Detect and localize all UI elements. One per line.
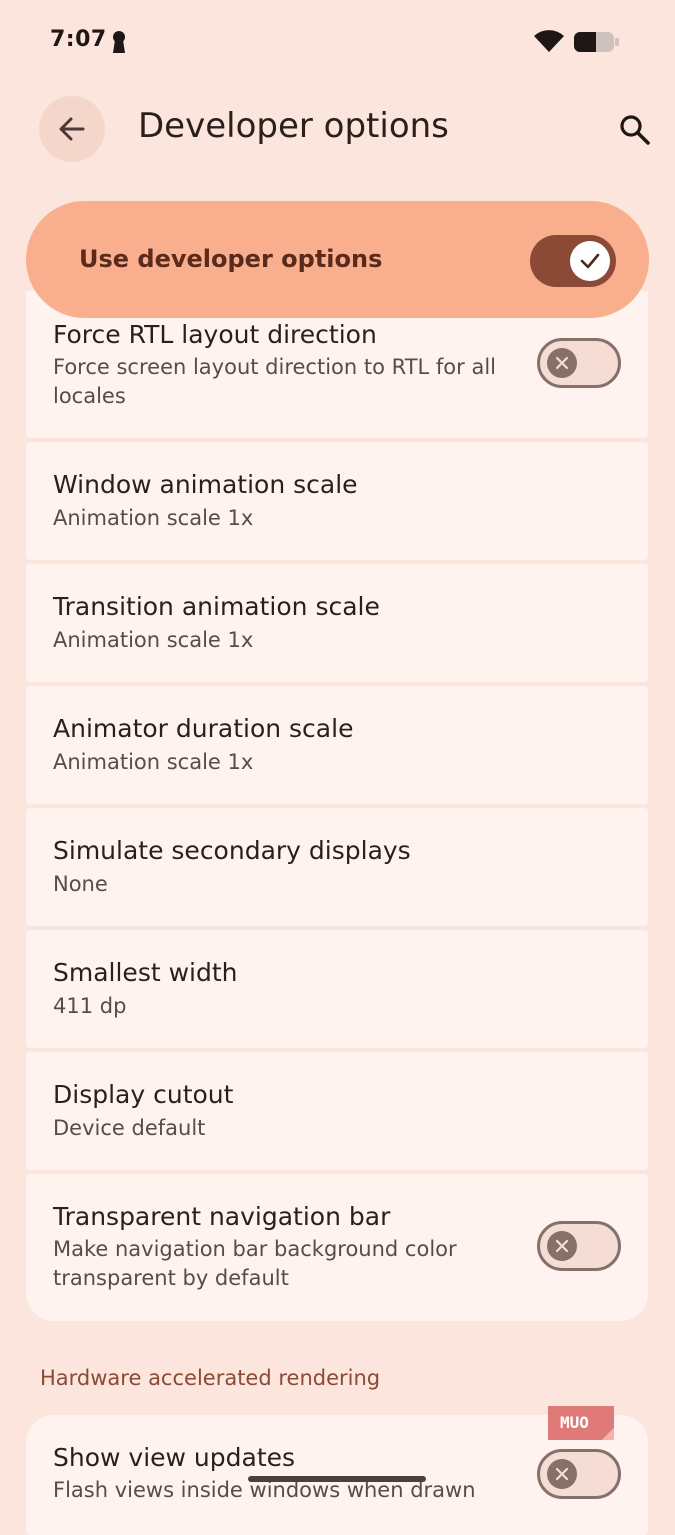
battery-icon [574,32,619,52]
setting-summary: None [53,872,108,896]
switch-thumb [547,1459,577,1489]
status-time: 7:07 [50,27,107,52]
app-bar: Developer options [0,84,675,184]
close-icon [555,356,569,370]
use-developer-options-switch[interactable] [530,235,616,287]
setting-animator-duration-scale[interactable]: Animator duration scale Animation scale … [26,686,648,804]
use-developer-options-label: Use developer options [79,245,383,273]
switch-thumb [570,241,610,281]
search-icon [620,115,650,145]
back-button[interactable] [39,96,105,162]
setting-title: Force RTL layout direction [53,320,377,349]
watermark-text: MUO [560,1413,589,1432]
show-view-updates-switch[interactable] [537,1449,621,1499]
setting-simulate-secondary-displays[interactable]: Simulate secondary displays None [26,808,648,926]
setting-summary: Force screen layout direction to RTL for… [53,355,496,408]
arrow-back-icon [59,117,85,141]
setting-title: Show view updates [53,1443,296,1472]
setting-title: Animator duration scale [53,714,354,743]
setting-title: Window animation scale [53,470,358,499]
setting-summary: 411 dp [53,994,127,1018]
force-rtl-switch[interactable] [537,338,621,388]
page-title: Developer options [138,106,449,146]
setting-summary: Make navigation bar background color tra… [53,1237,457,1290]
muo-watermark-logo: MUO [548,1406,614,1440]
status-bar: 7:07 [0,0,675,84]
setting-title: Display cutout [53,1080,234,1109]
setting-title: Simulate secondary displays [53,836,411,865]
setting-summary: Animation scale 1x [53,506,254,530]
setting-transparent-navigation-bar[interactable]: Transparent navigation bar Make navigati… [26,1174,648,1321]
search-button[interactable] [615,110,655,150]
setting-transition-animation-scale[interactable]: Transition animation scale Animation sca… [26,564,648,682]
keyhole-icon [113,31,125,53]
transparent-navigation-bar-switch[interactable] [537,1221,621,1271]
setting-summary: Animation scale 1x [53,750,254,774]
use-developer-options-toggle-row[interactable]: Use developer options [26,201,649,318]
check-icon [580,253,600,269]
switch-thumb [547,348,577,378]
setting-smallest-width[interactable]: Smallest width 411 dp [26,930,648,1048]
setting-title: Smallest width [53,958,238,987]
setting-window-animation-scale[interactable]: Window animation scale Animation scale 1… [26,442,648,560]
gesture-navigation-handle[interactable] [248,1476,426,1482]
switch-thumb [547,1231,577,1261]
setting-summary: Device default [53,1116,206,1140]
wifi-icon [534,30,564,52]
section-header-hardware-rendering: Hardware accelerated rendering [40,1366,381,1390]
close-icon [555,1467,569,1481]
setting-title: Transparent navigation bar [53,1202,391,1231]
setting-summary: Animation scale 1x [53,628,254,652]
setting-display-cutout[interactable]: Display cutout Device default [26,1052,648,1170]
setting-title: Transition animation scale [53,592,380,621]
close-icon [555,1239,569,1253]
